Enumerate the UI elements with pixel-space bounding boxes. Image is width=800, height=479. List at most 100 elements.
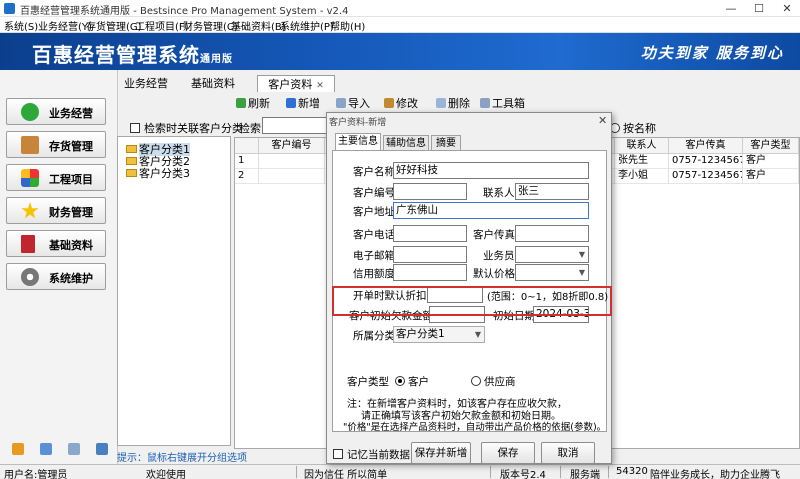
tab-label: 客户资料: [268, 78, 313, 91]
menu-projects[interactable]: 工程项目(F): [135, 18, 189, 33]
toolbar: 刷新 新增 导入 修改 删除 工具箱: [232, 93, 800, 111]
label-fax: 客户传真: [473, 229, 515, 241]
star-icon: [21, 202, 39, 219]
contact-input[interactable]: 张三: [515, 183, 589, 200]
dialog-tab-main[interactable]: 主要信息: [335, 133, 381, 151]
type-customer-radio[interactable]: 客户: [395, 374, 429, 389]
column-header[interactable]: 客户传真: [669, 138, 743, 154]
radio-label: 客户: [408, 376, 429, 388]
status-bar: 用户名:管理员 欢迎使用 因为信任 所以简单 版本号2.4 服务端 54320 …: [0, 464, 800, 479]
menu-inventory[interactable]: 存货管理(G): [86, 18, 142, 33]
tree-node[interactable]: 客户分类3: [126, 165, 190, 181]
name-input[interactable]: 好好科技: [393, 162, 589, 179]
left-nav: 业务经营 存货管理 工程项目 财务管理 基础资料 系统维护: [0, 70, 118, 464]
menu-business[interactable]: 业务经营(Y): [38, 18, 92, 33]
address-input[interactable]: 广东佛山: [393, 202, 589, 219]
minimize-button[interactable]: —: [718, 0, 744, 17]
column-header[interactable]: 客户编号: [259, 138, 325, 154]
status-user: 用户名:管理员: [4, 470, 68, 479]
credit-input[interactable]: [393, 264, 467, 281]
menu-maintenance[interactable]: 系统维护(P): [280, 18, 334, 33]
type-supplier-radio[interactable]: 供应商: [471, 374, 516, 389]
cell-type[interactable]: 客户: [743, 154, 799, 169]
nav-basic-data-button[interactable]: 基础资料: [6, 230, 106, 257]
cell-type[interactable]: 客户: [743, 169, 799, 184]
phone-input[interactable]: [393, 225, 467, 242]
search-icon[interactable]: [68, 443, 80, 455]
edit-button[interactable]: 修改: [384, 95, 418, 111]
settings-icon[interactable]: [96, 443, 108, 455]
column-header[interactable]: 客户类型: [743, 138, 799, 154]
add-button[interactable]: 新增: [286, 95, 320, 111]
row-number: 2: [235, 169, 259, 184]
save-button[interactable]: 保存: [481, 442, 535, 464]
dialog-close-icon[interactable]: ✕: [598, 114, 607, 127]
nav-maintenance-button[interactable]: 系统维护: [6, 263, 106, 290]
label-email: 电子邮箱: [353, 250, 395, 262]
delete-button[interactable]: 删除: [436, 95, 470, 111]
email-input[interactable]: [393, 246, 467, 263]
column-header[interactable]: [235, 138, 259, 154]
toolbox-button[interactable]: 工具箱: [480, 95, 525, 111]
cell-fax[interactable]: 0757-12345678: [669, 154, 743, 169]
help-icon[interactable]: [40, 443, 52, 455]
folder-icon: [126, 169, 137, 177]
tip-text: 提示：鼠标右键展开分组选项: [117, 453, 247, 464]
cell-fax[interactable]: 0757-12345676: [669, 169, 743, 184]
close-button[interactable]: ✕: [774, 0, 800, 17]
search-label: 检索: [239, 122, 261, 135]
cell-contact[interactable]: 李小姐: [615, 169, 669, 184]
menu-help[interactable]: 帮助(H): [330, 18, 365, 33]
status-welcome: 欢迎使用: [146, 470, 186, 479]
search-by-name-radio[interactable]: 按名称: [610, 120, 656, 136]
radio-label: 按名称: [623, 122, 656, 135]
label-contact: 联系人: [483, 187, 515, 199]
status-separator: [560, 466, 561, 478]
remember-checkbox[interactable]: 记忆当前数据: [333, 447, 410, 462]
label-customer-type: 客户类型: [347, 376, 389, 388]
nav-label: 财务管理: [49, 206, 93, 219]
menu-bar: 系统(S) 业务经营(Y) 存货管理(G) 工程项目(F) 财务管理(C) 基础…: [0, 17, 800, 33]
status-separator: [490, 466, 491, 478]
import-button[interactable]: 导入: [336, 95, 370, 111]
fax-input[interactable]: [515, 225, 589, 242]
cell-code[interactable]: [259, 154, 325, 169]
nav-inventory-button[interactable]: 存货管理: [6, 131, 106, 158]
info-icon[interactable]: [12, 443, 24, 455]
nav-label: 系统维护: [49, 272, 93, 285]
label-code: 客户编号: [353, 187, 395, 199]
label-phone: 客户电话: [353, 229, 395, 241]
tab-customers[interactable]: 客户资料 ✕: [257, 75, 335, 92]
status-server: 服务端: [570, 470, 600, 479]
tree-node-label: 客户分类3: [139, 167, 190, 180]
refresh-button[interactable]: 刷新: [236, 95, 270, 111]
cancel-button[interactable]: 取消: [541, 442, 595, 464]
menu-finance[interactable]: 财务管理(C): [183, 18, 238, 33]
nav-finance-button[interactable]: 财务管理: [6, 197, 106, 224]
category-link-checkbox[interactable]: 检索时关联客户分类: [130, 120, 243, 136]
status-separator: [608, 466, 609, 478]
nav-projects-button[interactable]: 工程项目: [6, 164, 106, 191]
dialog-tab-summary[interactable]: 摘要: [431, 135, 461, 151]
save-and-new-button[interactable]: 保存并新增: [411, 442, 471, 464]
cell-contact[interactable]: 张先生: [615, 154, 669, 169]
dialog-tab-extra[interactable]: 辅助信息: [383, 135, 429, 151]
category-select[interactable]: 客户分类1 ▼: [393, 326, 485, 343]
title-bar: 百惠经营管理系统通用版 - Bestsince Pro Management S…: [0, 0, 800, 17]
tab-basic-data[interactable]: 基础资料: [182, 75, 244, 92]
delete-icon: [436, 98, 446, 108]
cell-code[interactable]: [259, 169, 325, 184]
column-header[interactable]: 联系人: [615, 138, 669, 154]
search-input[interactable]: [262, 117, 332, 134]
menu-basic-data[interactable]: 基础资料(B): [231, 18, 286, 33]
default-price-select[interactable]: ▼: [515, 264, 589, 281]
salesman-select[interactable]: ▼: [515, 246, 589, 263]
nav-business-button[interactable]: 业务经营: [6, 98, 106, 125]
menu-system[interactable]: 系统(S): [4, 18, 38, 33]
status-port: 54320: [616, 466, 648, 477]
code-input[interactable]: [393, 183, 467, 200]
tab-close-icon[interactable]: ✕: [316, 81, 324, 91]
radio-dot: [395, 376, 405, 386]
tab-business[interactable]: 业务经营: [118, 75, 174, 92]
maximize-button[interactable]: ☐: [746, 0, 772, 17]
